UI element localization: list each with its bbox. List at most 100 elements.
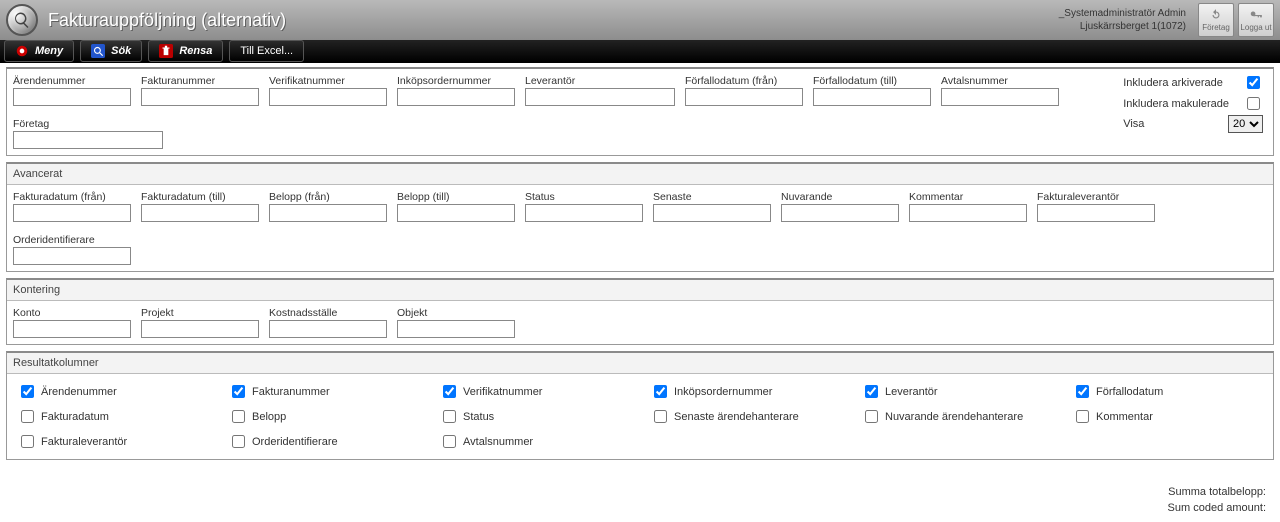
select-visa[interactable]: 20	[1228, 115, 1263, 133]
input-senaste[interactable]	[653, 204, 771, 222]
user-org: Ljuskärrsberget 1(1072)	[1059, 20, 1186, 33]
resultcol-item[interactable]: Förfallodatum	[1072, 382, 1263, 401]
input-belopp-till[interactable]	[397, 204, 515, 222]
resultcol-item[interactable]: Ärendenummer	[17, 382, 208, 401]
resultcol-label: Nuvarande ärendehanterare	[885, 411, 1023, 423]
resultcol-item[interactable]: Kommentar	[1072, 407, 1263, 426]
input-inkopsordernummer[interactable]	[397, 88, 515, 106]
resultcol-item[interactable]: Verifikatnummer	[439, 382, 630, 401]
resultcol-item[interactable]: Leverantör	[861, 382, 1052, 401]
search-icon	[6, 4, 38, 36]
kontering-title: Kontering	[7, 280, 1273, 301]
resultcol-item[interactable]: Fakturanummer	[228, 382, 419, 401]
menu-icon	[15, 44, 29, 58]
resultcol-checkbox[interactable]	[21, 410, 34, 423]
resultcol-label: Status	[463, 411, 494, 423]
resultcol-checkbox[interactable]	[21, 435, 34, 448]
resultcol-checkbox[interactable]	[1076, 410, 1089, 423]
resultcol-checkbox[interactable]	[443, 410, 456, 423]
resultcol-checkbox[interactable]	[865, 385, 878, 398]
resultcol-checkbox[interactable]	[232, 435, 245, 448]
input-forfallo-till[interactable]	[813, 88, 931, 106]
input-objekt[interactable]	[397, 320, 515, 338]
label-arendenummer: Ärendenummer	[13, 75, 131, 87]
input-projekt[interactable]	[141, 320, 259, 338]
key-icon	[1249, 8, 1263, 22]
clear-button[interactable]: Rensa	[148, 40, 223, 62]
label-nuvarande: Nuvarande	[781, 191, 899, 203]
input-fakturanummer[interactable]	[141, 88, 259, 106]
trash-icon	[159, 44, 173, 58]
menu-button[interactable]: Meny	[4, 40, 74, 62]
resultcol-item[interactable]: Senaste ärendehanterare	[650, 407, 841, 426]
search-button[interactable]: Sök	[80, 40, 142, 62]
resultcol-label: Förfallodatum	[1096, 386, 1163, 398]
label-visa: Visa	[1123, 118, 1144, 130]
input-belopp-fran[interactable]	[269, 204, 387, 222]
refresh-icon	[1209, 8, 1223, 22]
label-ink-makulerade: Inkludera makulerade	[1123, 98, 1229, 110]
resultcol-item[interactable]: Fakturaleverantör	[17, 432, 208, 451]
resultcol-item[interactable]: Fakturadatum	[17, 407, 208, 426]
logout-button-label: Logga ut	[1240, 23, 1271, 32]
resultcol-checkbox[interactable]	[21, 385, 34, 398]
resultcol-checkbox[interactable]	[1076, 385, 1089, 398]
input-fakturadatum-till[interactable]	[141, 204, 259, 222]
input-foretag[interactable]	[13, 131, 163, 149]
filter-panel: Ärendenummer Fakturanummer Verifikatnumm…	[6, 67, 1274, 156]
input-status[interactable]	[525, 204, 643, 222]
input-kommentar[interactable]	[909, 204, 1027, 222]
resultcol-item[interactable]: Belopp	[228, 407, 419, 426]
resultcol-checkbox[interactable]	[232, 410, 245, 423]
input-kostnadsstalle[interactable]	[269, 320, 387, 338]
label-leverantor: Leverantör	[525, 75, 675, 87]
sum-coded-label: Sum coded amount:	[1168, 500, 1266, 516]
input-verifikatnummer[interactable]	[269, 88, 387, 106]
to-excel-button[interactable]: Till Excel...	[229, 40, 304, 62]
resultcol-item[interactable]: Avtalsnummer	[439, 432, 630, 451]
check-ink-makulerade[interactable]	[1247, 97, 1260, 110]
input-leverantor[interactable]	[525, 88, 675, 106]
check-ink-arkiverade[interactable]	[1247, 76, 1260, 89]
search-button-label: Sök	[111, 45, 131, 57]
resultcol-item[interactable]: Inköpsordernummer	[650, 382, 841, 401]
label-senaste: Senaste	[653, 191, 771, 203]
resultcol-label: Senaste ärendehanterare	[674, 411, 799, 423]
input-nuvarande[interactable]	[781, 204, 899, 222]
company-button[interactable]: Företag	[1198, 3, 1234, 37]
resultcol-item[interactable]: Nuvarande ärendehanterare	[861, 407, 1052, 426]
input-arendenummer[interactable]	[13, 88, 131, 106]
resultcol-label: Fakturadatum	[41, 411, 109, 423]
label-orderidentifierare: Orderidentifierare	[13, 234, 131, 246]
resultcol-checkbox[interactable]	[654, 410, 667, 423]
resultcol-checkbox[interactable]	[443, 385, 456, 398]
input-avtalsnummer[interactable]	[941, 88, 1059, 106]
label-belopp-fran: Belopp (från)	[269, 191, 387, 203]
title-bar: Fakturauppföljning (alternativ) _Systema…	[0, 0, 1280, 40]
resultcols-title: Resultatkolumner	[7, 353, 1273, 374]
input-fakturaleverantor[interactable]	[1037, 204, 1155, 222]
company-button-label: Företag	[1202, 23, 1230, 32]
resultcol-checkbox[interactable]	[865, 410, 878, 423]
resultcol-label: Orderidentifierare	[252, 436, 338, 448]
resultcol-item[interactable]: Orderidentifierare	[228, 432, 419, 451]
label-forfallo-fran: Förfallodatum (från)	[685, 75, 803, 87]
resultcol-checkbox[interactable]	[654, 385, 667, 398]
resultcol-checkbox[interactable]	[443, 435, 456, 448]
input-fakturadatum-fran[interactable]	[13, 204, 131, 222]
input-forfallo-fran[interactable]	[685, 88, 803, 106]
label-status: Status	[525, 191, 643, 203]
input-konto[interactable]	[13, 320, 131, 338]
input-orderidentifierare[interactable]	[13, 247, 131, 265]
label-forfallo-till: Förfallodatum (till)	[813, 75, 931, 87]
resultcol-label: Leverantör	[885, 386, 938, 398]
resultcol-label: Fakturanummer	[252, 386, 330, 398]
resultcol-checkbox[interactable]	[232, 385, 245, 398]
label-verifikatnummer: Verifikatnummer	[269, 75, 387, 87]
sum-total-label: Summa totalbelopp:	[1168, 484, 1266, 500]
resultcol-label: Verifikatnummer	[463, 386, 542, 398]
clear-button-label: Rensa	[179, 45, 212, 57]
logout-button[interactable]: Logga ut	[1238, 3, 1274, 37]
resultcol-item[interactable]: Status	[439, 407, 630, 426]
menu-button-label: Meny	[35, 45, 63, 57]
